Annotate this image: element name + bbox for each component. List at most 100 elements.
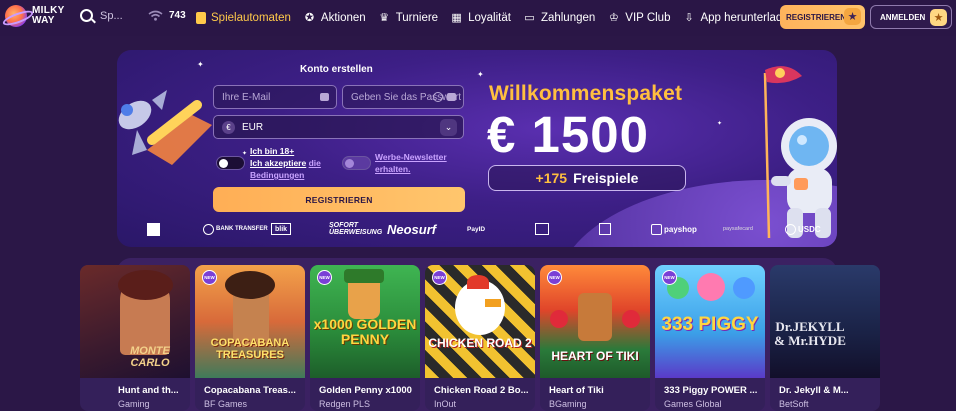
autofill-icon (320, 93, 329, 101)
payment-logo-generic-1 (535, 221, 549, 237)
nav-item-vip[interactable]: ♔ VIP Club (607, 11, 671, 25)
game-provider: BGaming (549, 399, 587, 409)
game-title: Hunt and th... (118, 385, 179, 396)
logo-line2: WAY (32, 15, 55, 26)
new-badge: NEW (662, 270, 677, 285)
game-title: Copacabana Treas... (204, 385, 296, 396)
age-text: Ich bin 18+ (250, 146, 295, 156)
terms-link[interactable]: Bedingungen (250, 169, 340, 181)
star-icon: ★ (844, 8, 861, 25)
free-spins-label: Freispiele (573, 170, 639, 186)
nav-label: VIP Club (625, 12, 671, 24)
search-field[interactable]: Sp... (80, 9, 123, 22)
welcome-banner: ✦ ✦ ✦ ✦ ✦ Konto erstellen Ihre E-Mail Ge… (117, 50, 837, 247)
nav-label: Zahlungen (540, 12, 596, 24)
crown-icon: ♔ (608, 11, 619, 24)
top-header: MILKY WAY Sp... 743 Spielautomaten ✪ Akt… (0, 0, 956, 36)
nav-item-app-download[interactable]: ⇩ App herunterladen (682, 12, 795, 25)
main-nav: Spielautomaten ✪ Aktionen ♛ Turniere ▦ L… (196, 0, 807, 36)
nav-label: Aktionen (320, 12, 366, 24)
payment-methods-row: BANK TRANSFER blik SOFORT ÜBERWEISUNG Ne… (145, 221, 825, 237)
game-title: Dr. Jekyll & M... (779, 385, 849, 396)
new-badge: NEW (547, 270, 562, 285)
nav-label: Spielautomaten (211, 12, 291, 24)
game-title: Golden Penny x1000 (319, 385, 412, 396)
new-badge: NEW (432, 270, 447, 285)
terms-toggle[interactable] (216, 156, 245, 170)
bonus-amount: € 1500 (487, 106, 649, 163)
game-card[interactable]: MONTE CARLO Hunt and th... Gaming (80, 265, 190, 411)
accept-text: Ich akzeptiere (250, 158, 307, 168)
create-account-title: Konto erstellen (300, 64, 373, 75)
new-badge: NEW (202, 270, 217, 285)
star-decoration: ✦ (197, 60, 204, 69)
payment-logo-blik: blik (271, 221, 292, 237)
game-card[interactable]: Dr.JEKYLL & Mr.HYDE Dr. Jekyll & M... Be… (770, 265, 880, 411)
game-provider: BetSoft (779, 399, 809, 409)
payment-logo-usdc: USDC (785, 221, 821, 237)
gift-icon: ✪ (304, 11, 315, 24)
newsletter-consent-link[interactable]: Werbe-Newsletter erhalten. (375, 151, 470, 175)
register-label: REGISTRIEREN (786, 12, 847, 22)
rocket-illustration (118, 90, 212, 165)
nav-item-payments[interactable]: ▭ Zahlungen (523, 12, 595, 25)
game-card[interactable]: CHICKEN ROAD 2 NEW Chicken Road 2 Bo... … (425, 265, 535, 411)
game-card[interactable]: HEART OF TIKI NEW Heart of Tiki BGaming (540, 265, 650, 411)
game-provider: InOut (434, 399, 457, 409)
payment-logo-neosurf: Neosurf (387, 221, 437, 237)
newsletter-toggle[interactable] (342, 156, 371, 170)
star-decoration: ✦ (242, 151, 248, 157)
game-thumbnail: MONTE CARLO (80, 265, 190, 378)
nav-item-promotions[interactable]: ✪ Aktionen (303, 12, 366, 25)
welcome-package-title: Willkommenspaket (489, 82, 683, 105)
register-button[interactable]: REGISTRIEREN ★ (780, 5, 865, 29)
trophy-icon: ♛ (379, 11, 390, 24)
free-spins-badge: +175 Freispiele (488, 165, 686, 191)
payment-logo-paysafecard: paysafecard (723, 226, 753, 232)
online-count: 743 (169, 10, 186, 21)
search-icon (80, 9, 93, 22)
star-decoration: ✦ (477, 70, 484, 79)
game-card[interactable]: 333 PIGGY NEW 333 Piggy POWER ... Games … (655, 265, 765, 411)
email-field[interactable]: Ihre E-Mail (213, 85, 337, 109)
search-placeholder: Sp... (100, 9, 123, 22)
payment-logo-payshop: payshop (651, 221, 697, 237)
star-decoration: ✦ (717, 121, 723, 127)
email-placeholder: Ihre E-Mail (222, 91, 271, 103)
currency-value: EUR (242, 121, 264, 133)
game-card[interactable]: x1000 GOLDEN PENNY NEW Golden Penny x100… (310, 265, 420, 411)
euro-icon: € (222, 120, 235, 134)
game-provider: Games Global (664, 399, 722, 409)
game-title: 333 Piggy POWER ... (664, 385, 758, 396)
nav-item-tournaments[interactable]: ♛ Turniere (378, 12, 438, 25)
game-provider: Redgen PLS (319, 399, 371, 409)
game-provider: BF Games (204, 399, 248, 409)
games-row: MONTE CARLO Hunt and th... Gaming COPACA… (0, 265, 956, 411)
hero-register-button[interactable]: REGISTRIEREN (213, 187, 465, 212)
login-button[interactable]: ANMELDEN ★ (870, 5, 952, 29)
payment-logo-bank-transfer: BANK TRANSFER (203, 221, 268, 237)
payment-logo-sofort: SOFORT ÜBERWEISUNG (329, 222, 383, 236)
password-field[interactable]: Geben Sie das Passwort (342, 85, 464, 109)
nav-label: Turniere (395, 12, 439, 24)
eye-icon[interactable] (433, 92, 443, 102)
milky-way-logo[interactable]: MILKY WAY (5, 5, 65, 27)
wallet-icon: ▭ (524, 11, 535, 24)
game-card[interactable]: COPACABANA TREASURES NEW Copacabana Trea… (195, 265, 305, 411)
chevron-down-icon: ⌄ (440, 119, 457, 136)
password-placeholder: Geben Sie das Passwort (351, 91, 462, 103)
nav-item-loyalty[interactable]: ▦ Loyalität (450, 12, 511, 25)
terms-consent-text: Ich bin 18+ Ich akzeptiere die Bedingung… (250, 145, 340, 181)
payment-logo-payid: PayID (467, 225, 486, 233)
new-badge: NEW (317, 270, 332, 285)
login-label: ANMELDEN (880, 12, 926, 22)
free-spins-count: +175 (535, 170, 568, 186)
star-icon: ★ (930, 9, 947, 26)
terms-link[interactable]: die (309, 158, 321, 168)
payment-logo-blank (147, 221, 160, 237)
game-title: Chicken Road 2 Bo... (434, 385, 529, 396)
game-provider: Gaming (118, 399, 150, 409)
nav-item-slots[interactable]: Spielautomaten (196, 12, 291, 24)
payment-logo-generic-2 (599, 221, 611, 237)
currency-select[interactable]: € EUR ⌄ (213, 115, 464, 139)
